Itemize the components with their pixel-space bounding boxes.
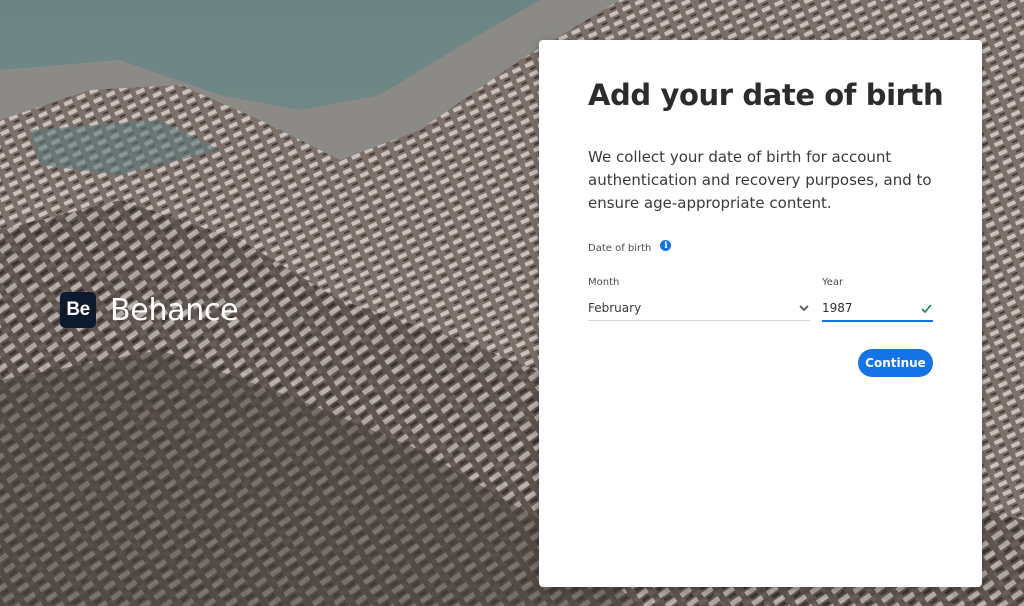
chevron-down-icon bbox=[798, 302, 810, 314]
continue-button[interactable]: Continue bbox=[858, 349, 933, 377]
dob-label-row: Date of birth i bbox=[588, 240, 672, 254]
description-text: We collect your date of birth for accoun… bbox=[588, 148, 932, 212]
month-label: Month bbox=[588, 277, 620, 288]
month-value: February bbox=[588, 301, 642, 315]
behance-logo: Be bbox=[60, 292, 96, 328]
month-select[interactable]: February bbox=[588, 296, 810, 321]
behance-brand: Be Behance bbox=[60, 292, 239, 328]
info-icon[interactable]: i bbox=[660, 240, 672, 251]
brand-name: Behance bbox=[110, 292, 239, 328]
dob-label: Date of birth bbox=[588, 243, 652, 254]
year-input[interactable]: 1987 bbox=[822, 296, 933, 322]
dob-card: Add your date of birth We collect your d… bbox=[539, 40, 982, 587]
year-label: Year bbox=[822, 277, 844, 288]
year-value: 1987 bbox=[822, 301, 853, 315]
page-title: Add your date of birth bbox=[588, 78, 944, 112]
checkmark-icon bbox=[920, 302, 932, 314]
